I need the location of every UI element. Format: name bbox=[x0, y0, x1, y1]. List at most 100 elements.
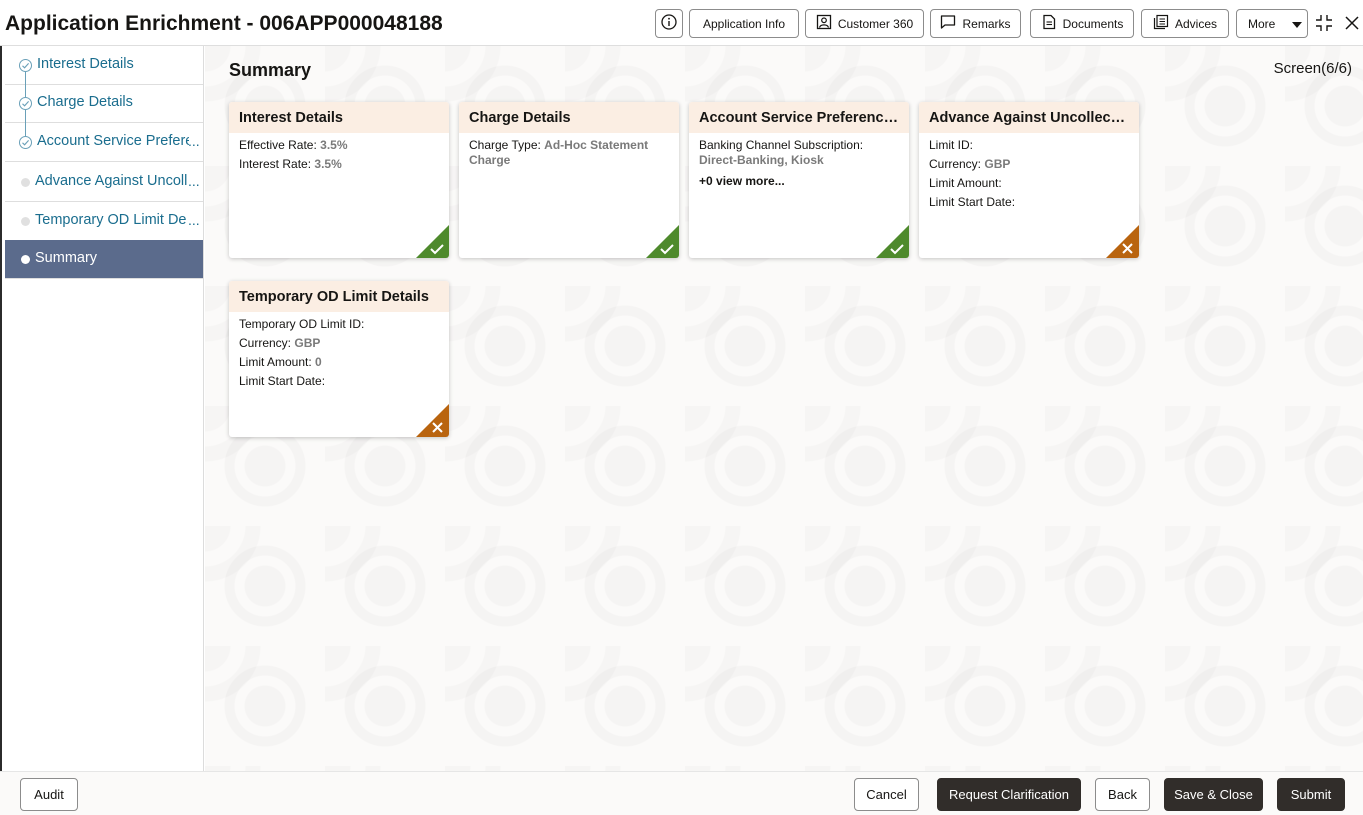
step-complete-icon bbox=[19, 136, 32, 149]
summary-card-temporary-od-limit[interactable]: Temporary OD Limit Details Temporary OD … bbox=[229, 281, 449, 437]
step-complete-icon bbox=[19, 59, 32, 72]
action-footer: Audit Cancel Request Clarification Back … bbox=[0, 771, 1363, 815]
page-title: Application Enrichment - 006APP000048188 bbox=[5, 12, 443, 35]
sidebar-item-label: Summary bbox=[35, 250, 98, 266]
more-dropdown[interactable]: More bbox=[1236, 9, 1308, 38]
summary-card-charge-details[interactable]: Charge Details Charge Type: Ad-Hoc State… bbox=[459, 102, 679, 258]
sidebar-item-advance-against-uncollected[interactable]: Advance Against Uncoll ... bbox=[5, 163, 203, 202]
field-value: Direct-Banking, Kiosk bbox=[699, 153, 824, 167]
customer-360-label: Customer 360 bbox=[837, 16, 914, 31]
submit-button[interactable]: Submit bbox=[1277, 778, 1345, 811]
incomplete-cross-icon bbox=[1106, 225, 1139, 258]
application-info-button[interactable]: Application Info bbox=[689, 9, 799, 38]
field-label: Limit Amount: bbox=[929, 176, 1002, 190]
field-value: GBP bbox=[294, 336, 321, 350]
complete-check-icon bbox=[416, 225, 449, 258]
card-title: Interest Details bbox=[229, 102, 449, 133]
sidebar-item-charge-details[interactable]: Charge Details bbox=[5, 84, 203, 124]
screen-indicator: Screen(6/6) bbox=[1273, 60, 1352, 77]
card-field: Limit ID: bbox=[929, 136, 1129, 155]
summary-card-interest-details[interactable]: Interest Details Effective Rate: 3.5% In… bbox=[229, 102, 449, 258]
field-label: Limit Start Date: bbox=[239, 374, 326, 388]
application-info-label: Application Info bbox=[702, 16, 786, 31]
step-pending-icon bbox=[21, 178, 30, 187]
step-current-icon bbox=[21, 255, 30, 264]
card-field: Interest Rate: 3.5% bbox=[239, 155, 439, 174]
caret-down-icon bbox=[1292, 17, 1303, 31]
field-label: Effective Rate: bbox=[239, 138, 317, 152]
remarks-button[interactable]: Remarks bbox=[930, 9, 1021, 38]
field-label: Limit Start Date: bbox=[929, 195, 1016, 209]
remarks-label: Remarks bbox=[962, 16, 1011, 31]
card-field: Limit Amount: 0 bbox=[239, 353, 439, 372]
card-title: Account Service Preferences bbox=[689, 102, 909, 133]
complete-check-icon bbox=[646, 225, 679, 258]
step-connector bbox=[25, 123, 26, 136]
field-label: Currency: bbox=[929, 157, 982, 171]
field-label: Banking Channel Subscription: bbox=[699, 138, 864, 152]
truncation-ellipsis: ... bbox=[188, 212, 200, 228]
info-icon bbox=[661, 14, 677, 33]
card-field: Effective Rate: 3.5% bbox=[239, 136, 439, 155]
field-label: Temporary OD Limit ID: bbox=[239, 317, 365, 331]
truncation-ellipsis: ... bbox=[188, 133, 200, 149]
field-value: 3.5% bbox=[320, 138, 348, 152]
card-field: Currency: GBP bbox=[929, 155, 1129, 174]
sidebar-item-label: Advance Against Uncoll bbox=[35, 173, 187, 189]
main-content: Summary Screen(6/6) Interest Details Eff… bbox=[205, 46, 1363, 771]
card-field: Limit Start Date: bbox=[239, 372, 439, 391]
documents-button[interactable]: Documents bbox=[1030, 9, 1134, 38]
info-button[interactable] bbox=[655, 9, 683, 38]
save-close-button[interactable]: Save & Close bbox=[1164, 778, 1263, 811]
field-value: 0 bbox=[315, 355, 322, 369]
sidebar-item-summary[interactable]: Summary bbox=[5, 240, 203, 279]
field-value: GBP bbox=[984, 157, 1011, 171]
field-label: Interest Rate: bbox=[239, 157, 312, 171]
more-label: More bbox=[1248, 16, 1276, 31]
step-connector bbox=[25, 84, 26, 97]
card-title: Charge Details bbox=[459, 102, 679, 133]
field-label: Limit Amount: bbox=[239, 355, 312, 369]
sidebar-item-label: Charge Details bbox=[37, 94, 133, 110]
step-complete-icon bbox=[19, 97, 32, 110]
card-field: Temporary OD Limit ID: bbox=[239, 315, 439, 334]
field-label: Limit ID: bbox=[929, 138, 974, 152]
card-field: Limit Amount: bbox=[929, 174, 1129, 193]
app-header: Application Enrichment - 006APP000048188… bbox=[0, 0, 1363, 46]
summary-card-advance-against-uncollected[interactable]: Advance Against Uncollecte... Limit ID: … bbox=[919, 102, 1139, 258]
section-title: Summary bbox=[229, 60, 312, 80]
documents-label: Documents bbox=[1062, 16, 1124, 31]
step-pending-icon bbox=[21, 217, 30, 226]
advices-button[interactable]: Advices bbox=[1141, 9, 1229, 38]
step-connector bbox=[25, 110, 26, 124]
card-field: Limit Start Date: bbox=[929, 193, 1129, 212]
truncation-ellipsis: ... bbox=[188, 173, 200, 189]
card-field: Banking Channel Subscription: Direct-Bank… bbox=[699, 138, 899, 168]
summary-card-account-service-preferences[interactable]: Account Service Preferences Banking Chan… bbox=[689, 102, 909, 258]
step-navigator: Interest Details Charge Details Account … bbox=[0, 46, 204, 771]
advices-label: Advices bbox=[1174, 16, 1218, 31]
card-field: Charge Type: Ad-Hoc Statement Charge bbox=[469, 138, 669, 168]
customer-icon bbox=[816, 14, 832, 33]
advices-icon bbox=[1153, 14, 1169, 33]
cancel-button[interactable]: Cancel bbox=[854, 778, 919, 811]
sidebar-item-label: Temporary OD Limit De bbox=[35, 212, 187, 228]
request-clarification-button[interactable]: Request Clarification bbox=[937, 778, 1081, 811]
sidebar-item-interest-details[interactable]: Interest Details bbox=[5, 46, 203, 86]
sidebar-item-label: Interest Details bbox=[37, 56, 134, 72]
sidebar-item-account-service-preferences[interactable]: Account Service Prefere ... bbox=[5, 123, 203, 162]
sidebar-item-temporary-od-limit[interactable]: Temporary OD Limit De ... bbox=[5, 202, 203, 241]
card-title: Temporary OD Limit Details bbox=[229, 281, 449, 312]
field-label: Currency: bbox=[239, 336, 292, 350]
sidebar-item-label: Account Service Prefere bbox=[37, 133, 189, 149]
field-value: 3.5% bbox=[314, 157, 342, 171]
view-more-link[interactable]: +0 view more... bbox=[699, 174, 899, 189]
audit-button[interactable]: Audit bbox=[20, 778, 78, 811]
incomplete-cross-icon bbox=[416, 404, 449, 437]
card-field: Currency: GBP bbox=[239, 334, 439, 353]
customer-360-button[interactable]: Customer 360 bbox=[805, 9, 924, 38]
card-title: Advance Against Uncollecte... bbox=[919, 102, 1139, 133]
back-button[interactable]: Back bbox=[1095, 778, 1150, 811]
minimize-window-icon[interactable] bbox=[1313, 12, 1335, 34]
close-icon[interactable] bbox=[1341, 12, 1363, 34]
